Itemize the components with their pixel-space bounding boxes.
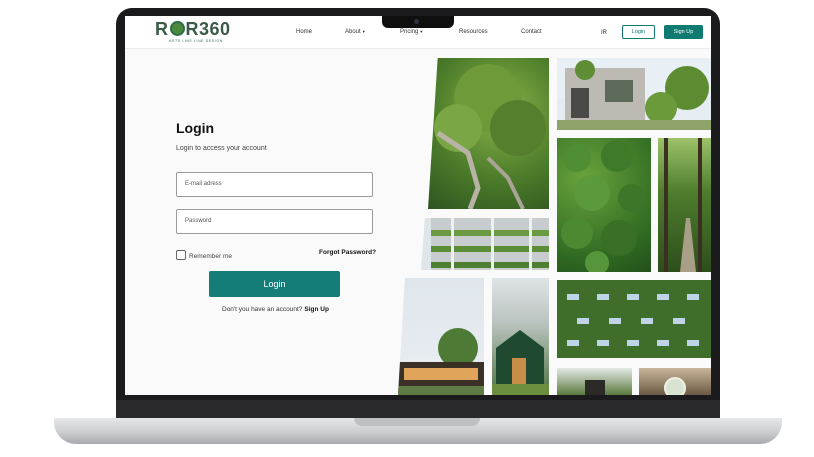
balconies-drawing: [431, 218, 549, 270]
photo-green-cabin: [492, 278, 549, 395]
small-cabin-drawing: [585, 380, 605, 395]
email-input[interactable]: E-mail adress: [176, 172, 373, 197]
photo-green-balconies: [421, 218, 549, 270]
walkway-drawing: [434, 64, 546, 209]
language-switch[interactable]: IR: [601, 30, 607, 36]
login-subtitle: Login to access your account: [176, 145, 267, 152]
round-window-drawing: [664, 377, 686, 395]
nav-contact[interactable]: Contact: [521, 29, 542, 35]
photo-green-facade: [557, 280, 711, 358]
signup-link[interactable]: Sign Up: [304, 306, 329, 313]
signup-prompt: Don't you have an account? Sign Up: [222, 306, 329, 313]
password-input[interactable]: Password: [176, 209, 373, 234]
path-drawing: [664, 138, 702, 272]
leaf-globe-icon: [169, 21, 185, 36]
photo-tree-walkway: [428, 58, 549, 209]
remember-checkbox[interactable]: [176, 250, 186, 260]
photo-concrete-house: [557, 58, 711, 130]
nav-home[interactable]: Home: [296, 29, 312, 35]
remember-me[interactable]: Remember me: [176, 250, 232, 260]
chevron-down-icon: ▼: [419, 29, 424, 34]
login-button[interactable]: Login: [209, 271, 340, 297]
photo-forest-path: [658, 138, 711, 272]
photo-round-window: [639, 368, 711, 395]
login-title: Login: [176, 120, 215, 136]
laptop-base-notch: [354, 418, 480, 426]
forgot-password-link[interactable]: Forgot Password?: [319, 249, 376, 256]
remember-label: Remember me: [189, 253, 232, 260]
photo-forest-aerial: [557, 138, 651, 272]
photo-glass-house: [398, 278, 484, 395]
glass-house-drawing: [398, 328, 484, 395]
logo[interactable]: R R360 ARTS LINE LINE DESIGN: [155, 20, 231, 44]
nav-about[interactable]: About▼: [345, 29, 366, 35]
nav-resources[interactable]: Resources: [459, 29, 488, 35]
chevron-down-icon: ▼: [361, 29, 366, 34]
forest-drawing: [561, 140, 646, 272]
facade-drawing: [567, 294, 699, 346]
logo-text: R R360: [155, 19, 231, 39]
cabin-drawing: [492, 330, 549, 395]
camera-notch: [382, 16, 454, 28]
camera-icon: [414, 19, 419, 24]
photo-forest-cabin-small: [557, 368, 632, 395]
house-drawing: [557, 58, 711, 130]
laptop-chin: [116, 400, 720, 420]
screen: R R360 ARTS LINE LINE DESIGN Home About▼ …: [125, 16, 711, 395]
nav-signup-button[interactable]: Sign Up: [664, 25, 703, 39]
logo-tagline: ARTS LINE LINE DESIGN: [169, 39, 223, 43]
nav-pricing[interactable]: Pricing▼: [400, 29, 423, 35]
nav-login-button[interactable]: Login: [622, 25, 655, 39]
